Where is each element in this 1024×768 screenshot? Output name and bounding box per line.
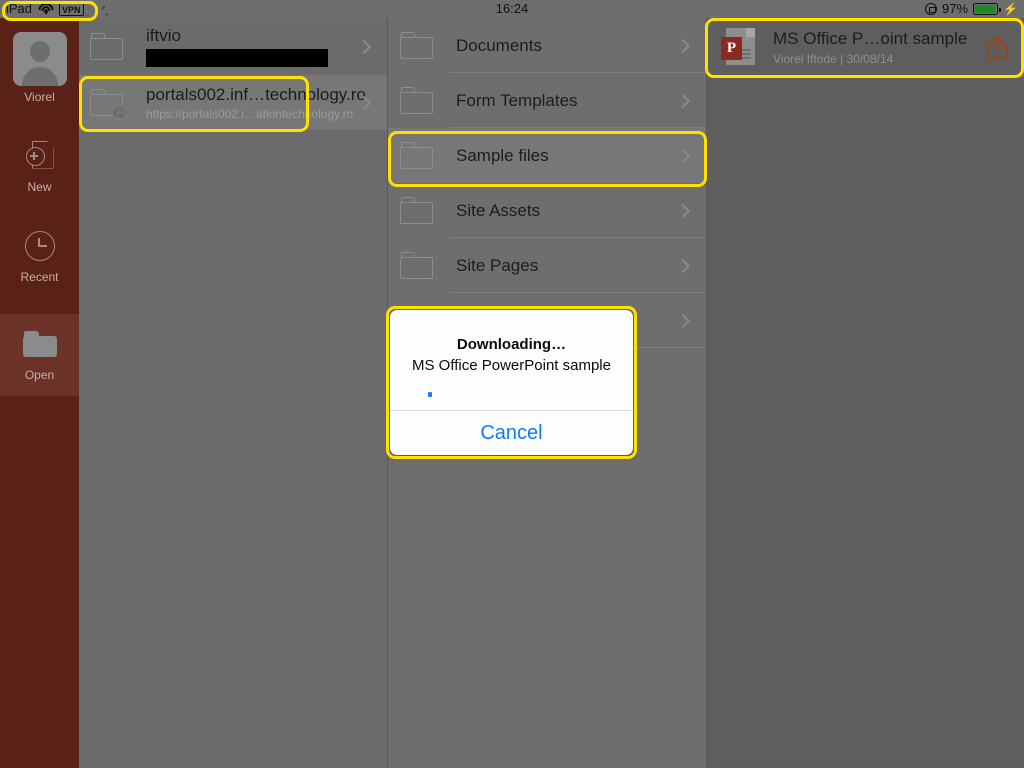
sites-column: iftvio portals002.inf…technology.ro http…: [79, 18, 388, 768]
sidebar-item-new[interactable]: New: [0, 136, 79, 202]
folder-locked-icon: [90, 89, 127, 120]
folder-icon: [0, 324, 79, 364]
list-item[interactable]: Site Assets: [388, 183, 706, 238]
sidebar-item-open-label: Open: [24, 368, 55, 382]
downloading-dialog: Downloading… MS Office PowerPoint sample…: [390, 310, 633, 455]
person-avatar-icon: [12, 32, 67, 86]
status-bar-clock: 16:24: [495, 1, 529, 16]
powerpoint-file-icon: P: [721, 28, 755, 66]
clock-icon: [0, 226, 79, 266]
list-item-title: portals002.inf…technology.ro: [146, 84, 366, 104]
list-item[interactable]: Sample files: [388, 128, 706, 183]
list-item[interactable]: Site Pages: [388, 238, 706, 293]
share-icon[interactable]: [988, 35, 1008, 59]
list-item[interactable]: iftvio: [79, 18, 387, 75]
ipad-screen: iPad VPN 16:24 97% ⚡ Viorel New Recent O…: [0, 0, 1024, 768]
sidebar-item-open[interactable]: Open: [0, 314, 79, 396]
list-item[interactable]: portals002.inf…technology.ro https://por…: [79, 75, 387, 130]
chevron-right-icon: [675, 258, 691, 273]
sidebar-item-recent-label: Recent: [20, 270, 59, 284]
list-item-title: Site Pages: [456, 255, 539, 275]
chevron-right-icon: [675, 148, 691, 163]
chevron-right-icon: [675, 203, 691, 218]
folder-icon: [400, 142, 434, 169]
folder-icon: [400, 197, 434, 224]
file-meta-label: Viorel Iftode | 30/08/14: [773, 51, 894, 66]
dialog-body: Downloading… MS Office PowerPoint sample: [390, 310, 633, 397]
list-item[interactable]: Documents: [388, 18, 706, 73]
files-column: P MS Office P…oint sample Viorel Iftode …: [707, 18, 1024, 768]
charging-bolt-icon: ⚡: [1003, 2, 1018, 16]
dialog-title: Downloading…: [456, 336, 567, 353]
battery-icon: [973, 3, 1001, 15]
sidebar-account[interactable]: Viorel: [0, 32, 79, 114]
status-bar-right-group: 97% ⚡: [925, 0, 1018, 18]
chevron-right-icon: [675, 38, 691, 53]
sidebar: Viorel New Recent Open: [0, 18, 79, 768]
download-progress-fill: [428, 392, 433, 397]
list-item-title: Site Assets: [456, 200, 541, 220]
file-name-label: MS Office P…oint sample: [773, 28, 968, 48]
cancel-button[interactable]: Cancel: [390, 411, 633, 455]
redacted-subtitle: [146, 49, 328, 67]
folder-icon: [400, 87, 434, 114]
list-item-title: Documents: [456, 35, 542, 55]
list-item-title: Form Templates: [456, 90, 578, 110]
powerpoint-badge-letter: P: [721, 37, 742, 60]
chevron-right-icon: [675, 93, 691, 108]
new-document-icon: [0, 136, 79, 176]
list-item[interactable]: Form Templates: [388, 73, 706, 128]
folder-icon: [400, 252, 434, 279]
battery-percent-label: 97%: [942, 1, 969, 16]
rotation-lock-icon: [925, 3, 938, 15]
list-item-subtitle: https://portals002.i…ationtechnology.ro: [146, 106, 354, 121]
folder-icon: [90, 33, 124, 60]
dialog-message: MS Office PowerPoint sample: [412, 357, 611, 374]
sidebar-item-new-label: New: [27, 180, 52, 194]
sidebar-account-label: Viorel: [24, 90, 55, 104]
folder-icon: [400, 32, 434, 59]
chevron-right-icon: [356, 39, 372, 54]
sidebar-item-recent[interactable]: Recent: [0, 226, 79, 292]
download-progress-bar: [414, 392, 609, 397]
list-item-title: Sample files: [456, 145, 549, 165]
chevron-right-icon: [675, 313, 691, 328]
status-bar: iPad VPN 16:24 97% ⚡: [0, 0, 1024, 27]
file-list-item[interactable]: P MS Office P…oint sample Viorel Iftode …: [707, 18, 1024, 76]
list-item-title: iftvio: [146, 26, 181, 45]
